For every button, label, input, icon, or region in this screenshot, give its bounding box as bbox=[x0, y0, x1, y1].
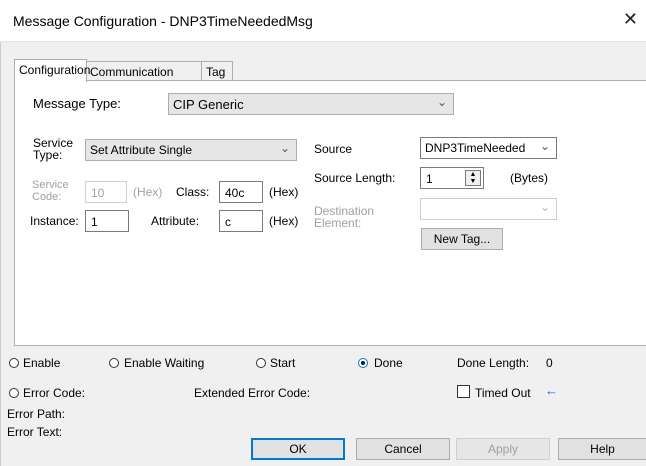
destination-select[interactable]: ⌄ bbox=[420, 198, 557, 220]
help-button[interactable]: Help bbox=[558, 438, 646, 460]
instance-label: Instance: bbox=[30, 214, 79, 228]
source-length-value: 1 bbox=[426, 172, 433, 186]
done-label: Done bbox=[374, 356, 403, 370]
service-type-value: Set Attribute Single bbox=[90, 143, 193, 157]
source-length-label: Source Length: bbox=[314, 171, 396, 185]
destination-label: Destination Element: bbox=[314, 204, 375, 230]
message-type-value: CIP Generic bbox=[173, 97, 244, 112]
start-label: Start bbox=[270, 356, 296, 370]
source-value: DNP3TimeNeeded bbox=[425, 141, 526, 155]
message-type-label: Message Type: bbox=[33, 96, 121, 111]
done-length-label: Done Length: bbox=[457, 356, 530, 370]
error-text-label: Error Text: bbox=[7, 425, 63, 439]
new-tag-button[interactable]: New Tag... bbox=[421, 228, 503, 250]
tab-tag[interactable]: Tag bbox=[201, 61, 233, 81]
service-type-label: Service Type: bbox=[33, 136, 74, 162]
chevron-down-icon: ⌄ bbox=[279, 141, 290, 155]
error-path-label: Error Path: bbox=[7, 407, 66, 421]
class-field[interactable]: 40c bbox=[219, 181, 263, 203]
spin-arrows-icon[interactable]: ▲ ▼ bbox=[465, 170, 481, 186]
service-code-field[interactable]: 10 bbox=[85, 181, 127, 203]
tab-communication[interactable]: Communication bbox=[85, 61, 203, 81]
message-type-select[interactable]: CIP Generic ⌄ bbox=[168, 93, 454, 115]
extended-error-code-label: Extended Error Code: bbox=[194, 386, 311, 400]
class-label: Class: bbox=[176, 185, 210, 199]
arrow-left-icon: ← bbox=[545, 383, 558, 398]
source-length-stepper[interactable]: 1 ▲ ▼ bbox=[420, 167, 484, 189]
timed-out-checkbox[interactable] bbox=[457, 385, 470, 398]
service-code-hex-label: (Hex) bbox=[133, 185, 163, 199]
configuration-panel: Message Type: CIP Generic ⌄ Service Type:… bbox=[14, 80, 646, 346]
tab-configuration[interactable]: Configuration bbox=[14, 59, 90, 82]
chevron-down-icon: ⌄ bbox=[539, 200, 550, 214]
service-code-label: Service Code: bbox=[32, 179, 69, 203]
title-bar: Message Configuration - DNP3TimeNeededMs… bbox=[0, 0, 646, 42]
apply-button[interactable]: Apply bbox=[456, 438, 550, 460]
instance-field[interactable]: 1 bbox=[85, 210, 129, 232]
bytes-label: (Bytes) bbox=[510, 171, 549, 185]
done-radio bbox=[358, 358, 368, 368]
enable-waiting-radio bbox=[109, 358, 119, 368]
attribute-label: Attribute: bbox=[151, 214, 200, 228]
start-radio bbox=[256, 358, 266, 368]
dialog-body: Configuration Communication Tag Message … bbox=[0, 42, 646, 466]
chevron-down-icon: ⌄ bbox=[539, 139, 550, 153]
close-icon[interactable]: ✕ bbox=[623, 10, 638, 28]
window-title: Message Configuration - DNP3TimeNeededMs… bbox=[13, 13, 313, 29]
error-code-label: Error Code: bbox=[23, 386, 86, 400]
cancel-button[interactable]: Cancel bbox=[356, 438, 450, 460]
error-code-radio bbox=[9, 388, 19, 398]
enable-waiting-label: Enable Waiting bbox=[124, 356, 205, 370]
done-length-value: 0 bbox=[546, 356, 553, 370]
source-label: Source bbox=[314, 142, 353, 156]
timed-out-label: Timed Out bbox=[475, 386, 531, 400]
service-type-select[interactable]: Set Attribute Single ⌄ bbox=[85, 139, 297, 161]
enable-label: Enable bbox=[23, 356, 61, 370]
attribute-hex-label: (Hex) bbox=[269, 214, 299, 228]
class-hex-label: (Hex) bbox=[269, 185, 299, 199]
enable-radio bbox=[9, 358, 19, 368]
source-select[interactable]: DNP3TimeNeeded ⌄ bbox=[420, 137, 557, 159]
attribute-field[interactable]: c bbox=[219, 210, 263, 232]
chevron-down-icon: ⌄ bbox=[436, 95, 447, 109]
ok-button[interactable]: OK bbox=[251, 438, 345, 460]
